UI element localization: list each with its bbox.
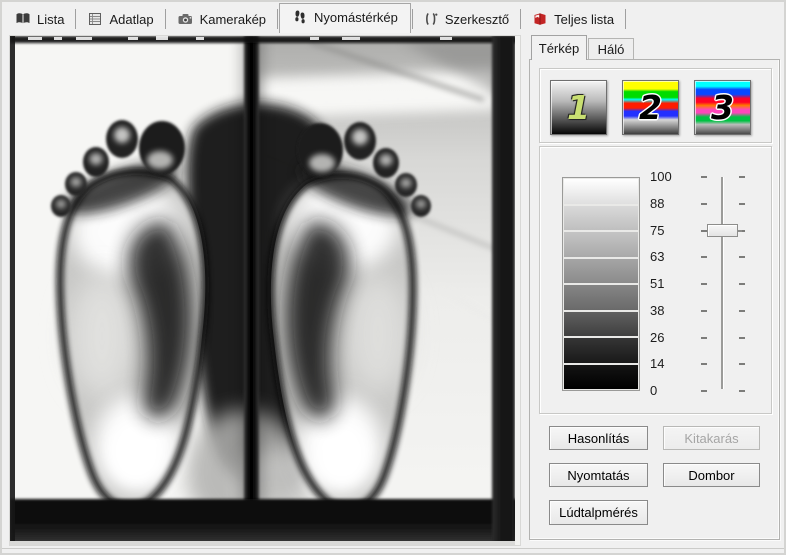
- slider-tick: [701, 203, 707, 205]
- window-bottom-strip: [2, 548, 784, 553]
- tab-label: Adatlap: [109, 11, 154, 27]
- ludtalpmeres-button[interactable]: Lúdtalpmérés: [549, 500, 648, 525]
- slider-tick: [739, 256, 745, 258]
- slider-tick: [739, 176, 745, 178]
- slider-tick: [739, 390, 745, 392]
- main-tabbar: Lista Adatlap Kamerakép Nyomástérkép Sze…: [5, 3, 627, 33]
- nyomtatas-button[interactable]: Nyomtatás: [549, 463, 648, 487]
- podoscope-photo[interactable]: [10, 36, 520, 545]
- threshold-slider-handle[interactable]: [707, 224, 742, 237]
- side-tab-label: Háló: [597, 41, 625, 57]
- slider-tick: [739, 310, 745, 312]
- side-tab-halo[interactable]: Háló: [588, 38, 634, 59]
- slider-tick: [701, 176, 707, 178]
- colormap-button-rainbow[interactable]: 2: [622, 80, 679, 135]
- scale-label: 14: [650, 356, 665, 371]
- slider-tick: [701, 256, 707, 258]
- footprints-icon: [295, 10, 305, 24]
- slider-tick: [701, 363, 707, 365]
- tab-label: Teljes lista: [554, 11, 615, 27]
- camera-icon: [178, 14, 192, 24]
- tab-separator: [277, 9, 279, 29]
- tab-separator: [411, 9, 413, 29]
- tab-kamerakep[interactable]: Kamerakép: [167, 7, 276, 33]
- slider-tick: [739, 283, 745, 285]
- scale-label: 88: [650, 196, 665, 211]
- colormap-digit: 2: [639, 88, 662, 127]
- slider-tick: [701, 390, 707, 392]
- scale-segment: [564, 364, 638, 389]
- hasonlitas-button[interactable]: Hasonlítás: [549, 426, 648, 450]
- tab-teljes-lista[interactable]: Teljes lista: [522, 7, 624, 33]
- tab-label: Kamerakép: [199, 11, 267, 27]
- scale-segment: [564, 311, 638, 336]
- scale-segment: [564, 338, 638, 363]
- threshold-slider-track[interactable]: [721, 177, 724, 389]
- scale-segment: [564, 179, 638, 204]
- tab-lista[interactable]: Lista: [5, 7, 74, 33]
- tab-adatlap[interactable]: Adatlap: [77, 7, 163, 33]
- scale-label: 51: [650, 276, 665, 291]
- app-window: Lista Adatlap Kamerakép Nyomástérkép Sze…: [0, 0, 786, 555]
- gray-scale-bar: [562, 177, 640, 391]
- slider-tick: [739, 363, 745, 365]
- tab-separator: [75, 9, 77, 29]
- red-book-icon: [534, 13, 546, 25]
- kitakaras-button: Kitakarás: [663, 426, 760, 450]
- tab-separator: [625, 9, 627, 29]
- slider-tick: [739, 337, 745, 339]
- scale-label: 0: [650, 383, 658, 398]
- tab-label: Nyomástérkép: [314, 9, 398, 25]
- datasheet-icon: [89, 13, 102, 25]
- scale-label: 63: [650, 249, 665, 264]
- colormap-digit: 3: [711, 88, 734, 127]
- colormap-button-grayscale[interactable]: 1: [550, 80, 607, 135]
- slider-tick: [701, 283, 707, 285]
- slider-tick: [701, 310, 707, 312]
- scale-segment: [564, 232, 638, 257]
- tab-label: Szerkesztő: [444, 11, 510, 27]
- scale-label: 100: [650, 169, 672, 184]
- colormap-button-spectrum[interactable]: 3: [694, 80, 751, 135]
- scale-label: 75: [650, 223, 665, 238]
- side-tab-terkep[interactable]: Térkép: [531, 35, 587, 60]
- colormap-digit: 1: [567, 88, 590, 127]
- slider-tick: [739, 203, 745, 205]
- tab-separator: [520, 9, 522, 29]
- scale-segment: [564, 258, 638, 283]
- slider-tick: [701, 337, 707, 339]
- editor-icon: [425, 12, 438, 26]
- scale-label: 38: [650, 303, 665, 318]
- tab-separator: [164, 9, 166, 29]
- feet-pressure-image: [10, 36, 520, 545]
- side-tab-label: Térkép: [538, 40, 580, 56]
- tab-szerkeszto[interactable]: Szerkesztő: [414, 7, 519, 33]
- tab-label: Lista: [37, 11, 65, 27]
- tab-nyomasterkep[interactable]: Nyomástérkép: [279, 3, 411, 33]
- scale-label: 26: [650, 330, 665, 345]
- dombor-button[interactable]: Dombor: [663, 463, 760, 487]
- scale-segment: [564, 285, 638, 310]
- scale-segment: [564, 205, 638, 230]
- book-icon: [16, 13, 30, 24]
